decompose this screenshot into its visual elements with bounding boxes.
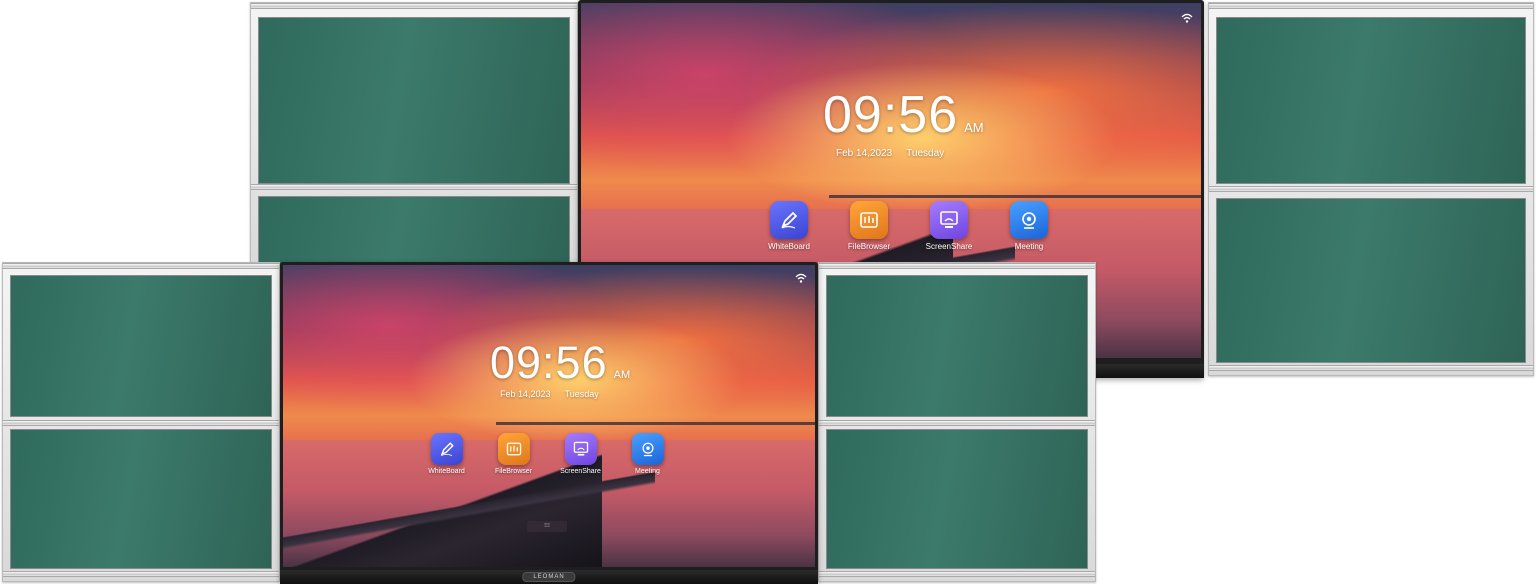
pencil-icon (430, 433, 463, 465)
home-date: Feb 14,2023 Tuesday (500, 389, 599, 399)
folder-icon (850, 201, 888, 239)
app-drawer-handle[interactable]: ⁝⁝⁝ (527, 521, 567, 532)
app-whiteboard[interactable]: WhiteBoard (749, 201, 829, 251)
wifi-icon (1181, 13, 1193, 23)
weekday-text: Tuesday (564, 389, 599, 399)
app-screenshare[interactable]: ScreenShare (547, 433, 614, 475)
app-label: FileBrowser (495, 468, 532, 475)
chalkboard-panel (10, 275, 272, 417)
clock-ampm: AM (964, 120, 984, 135)
date-text: Feb 14,2023 (836, 148, 893, 159)
app-label: WhiteBoard (768, 242, 810, 251)
chalkboard-panel (826, 275, 1088, 417)
app-filebrowser[interactable]: FileBrowser (480, 433, 547, 475)
back-left-board (250, 2, 578, 276)
date-text: Feb 14,2023 (500, 389, 551, 399)
front-left-board (2, 262, 280, 582)
screen-cast-icon (930, 201, 968, 239)
chalkboard-panel (10, 429, 272, 569)
chalkboard-panel (258, 17, 570, 184)
back-right-board (1208, 2, 1534, 376)
pencil-icon (770, 201, 808, 239)
app-label: FileBrowser (847, 242, 891, 251)
home-clock: 09:56 AM (490, 337, 630, 389)
app-meeting[interactable]: Meeting (614, 433, 681, 475)
clock-time: 09:56 (490, 337, 608, 388)
front-interactive-display: 09:56 AM Feb 14,2023 Tuesday WhiteBoard Fi… (280, 262, 818, 584)
screen-cast-icon (564, 433, 597, 465)
app-whiteboard[interactable]: WhiteBoard (413, 433, 480, 475)
app-launcher: WhiteBoard FileBrowser ScreenShare Meeti… (749, 201, 1069, 251)
app-meeting[interactable]: Meeting (989, 201, 1069, 251)
folder-icon (497, 433, 530, 465)
chalkboard-panel (1216, 17, 1526, 184)
clock-ampm: AM (613, 369, 631, 381)
wifi-icon (795, 273, 807, 283)
clock-time: 09:56 (823, 86, 959, 144)
app-label: ScreenShare (560, 468, 601, 475)
app-filebrowser[interactable]: FileBrowser (829, 201, 909, 251)
app-label: Meeting (1014, 242, 1044, 251)
app-label: Meeting (635, 468, 660, 475)
app-launcher: WhiteBoard FileBrowser ScreenShare Meeti… (413, 433, 681, 475)
chalkboard-panel (1216, 198, 1526, 363)
brand-logo: LEOMAN (522, 572, 576, 582)
home-screen-wallpaper: 09:56 AM Feb 14,2023 Tuesday WhiteBoard Fi… (283, 265, 815, 567)
home-clock: 09:56 AM (823, 85, 984, 145)
app-label: ScreenShare (925, 242, 973, 251)
home-date: Feb 14,2023 Tuesday (836, 148, 944, 159)
front-right-board (818, 262, 1096, 582)
display-bezel: LEOMAN (280, 570, 818, 584)
webcam-icon (631, 433, 664, 465)
webcam-icon (1010, 201, 1048, 239)
chalkboard-panel (826, 429, 1088, 569)
app-screenshare[interactable]: ScreenShare (909, 201, 989, 251)
front-blackboard-unit: 09:56 AM Feb 14,2023 Tuesday WhiteBoard Fi… (0, 262, 1098, 584)
weekday-text: Tuesday (906, 148, 945, 159)
app-label: WhiteBoard (428, 468, 465, 475)
